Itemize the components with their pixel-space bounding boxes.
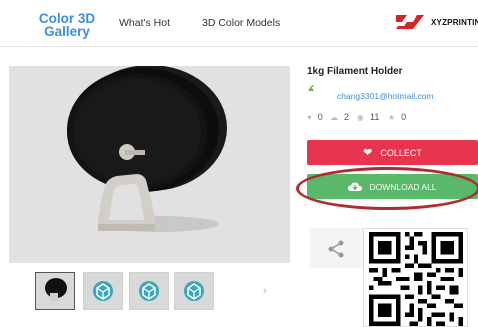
rating-count: 0 (401, 112, 407, 122)
thumbnail-next-arrow[interactable]: › (263, 285, 267, 297)
site-logo[interactable]: Color 3D Gallery (22, 12, 112, 39)
views-count: 11 (369, 112, 380, 122)
collect-button[interactable]: ❤ COLLECT (307, 140, 478, 165)
model-main-image[interactable] (9, 66, 290, 263)
author-email[interactable]: chang3301@hotmail.com (337, 91, 434, 101)
qr-code (363, 228, 468, 327)
author-avatar-icon (308, 85, 314, 91)
downloads-stat: ☁ 2 (330, 112, 349, 122)
thumbnail-2[interactable] (83, 272, 123, 310)
top-header: Color 3D Gallery What's Hot 3D Color Mod… (0, 0, 478, 47)
qr-code-icon (369, 232, 463, 326)
nav-3d-color-models[interactable]: 3D Color Models (202, 17, 280, 29)
model-3d-icon (184, 281, 204, 301)
likes-count: 0 (317, 112, 323, 122)
downloads-count: 2 (344, 112, 350, 122)
eye-icon: ◉ (357, 113, 364, 122)
cloud-icon: ☁ (330, 113, 338, 122)
thumbnail-1[interactable] (35, 272, 75, 310)
heart-icon: ♥ (307, 113, 312, 122)
rating-stat: ★ 0 (388, 112, 406, 122)
filament-holder-render (67, 66, 227, 232)
xyz-logo-icon (396, 15, 424, 29)
views-stat: ◉ 11 (357, 112, 379, 122)
star-icon: ★ (388, 113, 396, 122)
highlight-ring-annotation (296, 167, 478, 210)
model-title: 1kg Filament Holder (307, 66, 403, 77)
brand-logo[interactable]: XYZPRINTIN (393, 11, 478, 33)
nav-whats-hot[interactable]: What's Hot (119, 17, 170, 29)
share-button[interactable] (310, 228, 364, 268)
spool-thumbnail-icon (45, 278, 67, 301)
thumbnail-3[interactable] (129, 272, 169, 310)
thumbnail-4[interactable] (174, 272, 214, 310)
model-3d-icon (139, 281, 159, 301)
brand-text: XYZPRINTIN (431, 18, 478, 27)
collect-label: COLLECT (380, 147, 422, 158)
logo-line-2: Gallery (44, 24, 90, 39)
likes-stat: ♥ 0 (307, 112, 323, 122)
model-3d-icon (93, 281, 113, 301)
share-icon (328, 240, 344, 258)
heart-icon: ❤ (363, 147, 373, 159)
